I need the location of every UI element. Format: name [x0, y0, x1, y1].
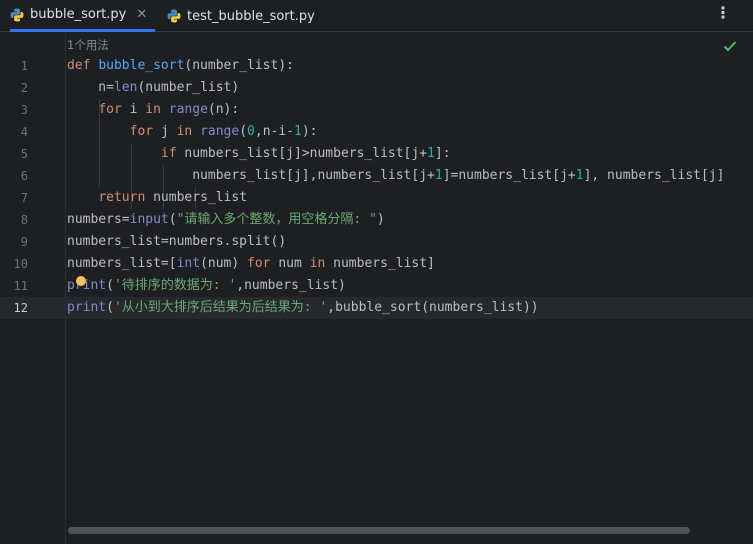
- code-token: (number_list):: [184, 58, 294, 73]
- line-number: 4: [20, 125, 28, 139]
- code-token: ,n-i-: [254, 124, 295, 139]
- code-token: numbers_list[j],numbers_list[j+: [67, 168, 435, 183]
- code-token: bubble_sort: [98, 58, 185, 73]
- code-line[interactable]: if numbers_list[j]>numbers_list[j+1]:: [67, 143, 451, 165]
- code-line[interactable]: numbers=input("请输入多个整数，用空格分隔: "): [67, 209, 385, 231]
- line-number: 10: [13, 257, 28, 271]
- code-token: 1: [427, 146, 435, 161]
- code-token: 0: [247, 124, 255, 139]
- code-token: ): [376, 212, 385, 227]
- code-line[interactable]: for i in range(n):: [67, 99, 239, 121]
- code-token: len: [113, 80, 138, 95]
- more-vertical-icon[interactable]: ⋮: [715, 5, 731, 21]
- code-token: "请输入多个整数，用空格分隔: ": [176, 212, 377, 227]
- code-token: for: [247, 256, 279, 271]
- code-line[interactable]: print('从小到大排序后结果为后结果为: ',bubble_sort(num…: [67, 297, 539, 319]
- code-token: range: [168, 102, 208, 117]
- line-number: 7: [20, 191, 28, 205]
- code-token: n=: [67, 80, 114, 95]
- code-token: numbers=: [67, 212, 130, 227]
- code-token: numbers_list=[: [67, 256, 177, 271]
- code-token: int: [176, 256, 201, 271]
- horizontal-scrollbar-thumb[interactable]: [68, 527, 690, 534]
- code-token: print: [67, 278, 107, 293]
- code-line[interactable]: numbers_list[j],numbers_list[j+1]=number…: [67, 165, 724, 187]
- code-token: '待排序的数据为: ': [113, 278, 237, 293]
- code-token: input: [129, 212, 169, 227]
- code-token: ], numbers_list[j]: [583, 168, 725, 183]
- line-number: 2: [20, 81, 28, 95]
- code-line[interactable]: return numbers_list: [67, 187, 247, 209]
- code-token: print: [67, 300, 107, 315]
- code-token: if: [160, 146, 185, 161]
- line-number: 5: [20, 147, 28, 161]
- code-token: ,bubble_sort(numbers_list)): [327, 300, 539, 315]
- code-token: numbers_list: [153, 190, 248, 205]
- code-token: j: [160, 124, 177, 139]
- code-token: in: [176, 124, 201, 139]
- check-icon[interactable]: [723, 40, 737, 52]
- code-line[interactable]: numbers_list=numbers.split(): [67, 231, 286, 253]
- code-token: i: [129, 102, 146, 117]
- code-token: for: [129, 124, 161, 139]
- line-number: 8: [20, 213, 28, 227]
- code-token: (: [106, 278, 114, 293]
- tab-label: bubble_sort.py: [30, 7, 127, 22]
- code-line[interactable]: def bubble_sort(number_list):: [67, 55, 294, 77]
- code-token: numbers_list=numbers.split(): [67, 234, 287, 249]
- code-token: numbers_list]: [333, 256, 435, 271]
- code-token: in: [145, 102, 169, 117]
- code-line[interactable]: n=len(number_list): [67, 77, 239, 99]
- code-token: for: [98, 102, 130, 117]
- code-token: (number_list): [137, 80, 240, 95]
- usage-inlay-hint[interactable]: 1个用法: [67, 37, 109, 53]
- line-number: 3: [20, 103, 28, 117]
- code-token: (n):: [207, 102, 240, 117]
- code-token: in: [309, 256, 334, 271]
- code-token: (num): [200, 256, 248, 271]
- code-token: '从小到大排序后结果为后结果为: ': [113, 300, 328, 315]
- code-line[interactable]: print('待排序的数据为: ',numbers_list): [67, 275, 346, 297]
- python-icon: [167, 9, 181, 23]
- code-token: (: [168, 212, 177, 227]
- line-number: 12: [13, 301, 28, 315]
- code-token: ]:: [434, 146, 451, 161]
- code-line[interactable]: for j in range(0,n-i-1):: [67, 121, 318, 143]
- code-token: num: [278, 256, 310, 271]
- code-token: ]=numbers_list[j+: [442, 168, 576, 183]
- code-token: ):: [301, 124, 318, 139]
- lightbulb-icon[interactable]: [76, 276, 86, 286]
- tab-label: test_bubble_sort.py: [187, 8, 315, 24]
- line-number: 1: [20, 59, 28, 73]
- code-editor[interactable]: 1 2 3 4 5 6 7 8 9 10 11 12 1个用法 def bubble_sort(num…: [0, 33, 753, 544]
- code-token: (: [239, 124, 248, 139]
- code-token: 1: [434, 168, 443, 183]
- code-token: ,numbers_list): [236, 278, 346, 293]
- code-token: (: [106, 300, 114, 315]
- editor-tab-bar: bubble_sort.py ✕ test_bubble_sort.py ⋮: [0, 0, 753, 32]
- code-token: numbers_list[j]>numbers_list[j+: [184, 146, 428, 161]
- line-number: 11: [13, 279, 28, 293]
- close-icon[interactable]: ✕: [136, 7, 147, 22]
- line-number: 9: [20, 235, 28, 249]
- python-icon: [10, 8, 24, 21]
- tab-bubble-sort[interactable]: bubble_sort.py ✕: [10, 0, 155, 32]
- code-token: 1: [575, 168, 584, 183]
- line-number: 6: [20, 169, 28, 183]
- code-line[interactable]: numbers_list=[int(num) for num in number…: [67, 253, 435, 275]
- tab-test-bubble-sort[interactable]: test_bubble_sort.py: [167, 0, 327, 32]
- code-token: 1: [294, 124, 302, 139]
- code-token: return: [98, 190, 154, 205]
- code-token: range: [200, 124, 240, 139]
- code-token: def: [67, 58, 99, 73]
